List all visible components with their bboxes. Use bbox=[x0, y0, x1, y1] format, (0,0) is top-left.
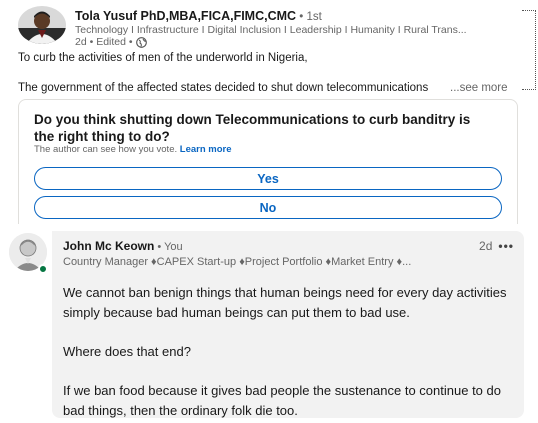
comment-text: We cannot ban benign things that human b… bbox=[63, 285, 507, 418]
post-meta: 2d • Edited • bbox=[75, 36, 147, 48]
selection-outline bbox=[522, 10, 536, 90]
post-text-line: The government of the affected states de… bbox=[18, 82, 518, 94]
more-icon[interactable]: ••• bbox=[498, 239, 514, 253]
poll-option-yes[interactable]: Yes bbox=[34, 167, 502, 190]
post-text-truncated: The government of the affected states de… bbox=[18, 82, 429, 94]
poll: Do you think shutting down Telecommunica… bbox=[18, 99, 518, 234]
connection-degree: • 1st bbox=[296, 11, 322, 23]
commenter-headline: Country Manager ♦CAPEX Start-up ♦Project… bbox=[63, 256, 412, 268]
poll-note: The author can see how you vote. Learn m… bbox=[34, 144, 232, 155]
comment-time-row: 2d ••• bbox=[479, 239, 514, 253]
comment-time: 2d bbox=[479, 239, 493, 253]
author-name[interactable]: Tola Yusuf PhD,MBA,FICA,FIMC,CMC bbox=[75, 9, 296, 23]
comment-bubble: John Mc Keown • You 2d ••• Country Manag… bbox=[52, 231, 524, 418]
poll-option-no[interactable]: No bbox=[34, 196, 502, 219]
globe-icon bbox=[135, 36, 147, 48]
learn-more-link[interactable]: Learn more bbox=[180, 144, 232, 155]
you-label: • You bbox=[154, 241, 183, 253]
see-more-link[interactable]: ...see more bbox=[450, 82, 508, 94]
author-name-row: Tola Yusuf PhD,MBA,FICA,FIMC,CMC • 1st bbox=[75, 9, 322, 23]
comment-section: John Mc Keown • You 2d ••• Country Manag… bbox=[0, 224, 538, 423]
post-time: 2d • Edited • bbox=[75, 36, 133, 48]
post-text-line: To curb the activities of men of the und… bbox=[18, 52, 308, 64]
commenter-name[interactable]: John Mc Keown bbox=[63, 239, 154, 253]
commenter-name-row: John Mc Keown • You bbox=[63, 239, 183, 253]
author-avatar[interactable] bbox=[18, 6, 66, 44]
post-card: Tola Yusuf PhD,MBA,FICA,FIMC,CMC • 1st T… bbox=[0, 0, 538, 234]
poll-note-text: The author can see how you vote. bbox=[34, 144, 178, 155]
online-status-indicator bbox=[38, 264, 48, 274]
author-headline: Technology I Infrastructure I Digital In… bbox=[75, 24, 467, 36]
poll-question: Do you think shutting down Telecommunica… bbox=[34, 112, 471, 144]
